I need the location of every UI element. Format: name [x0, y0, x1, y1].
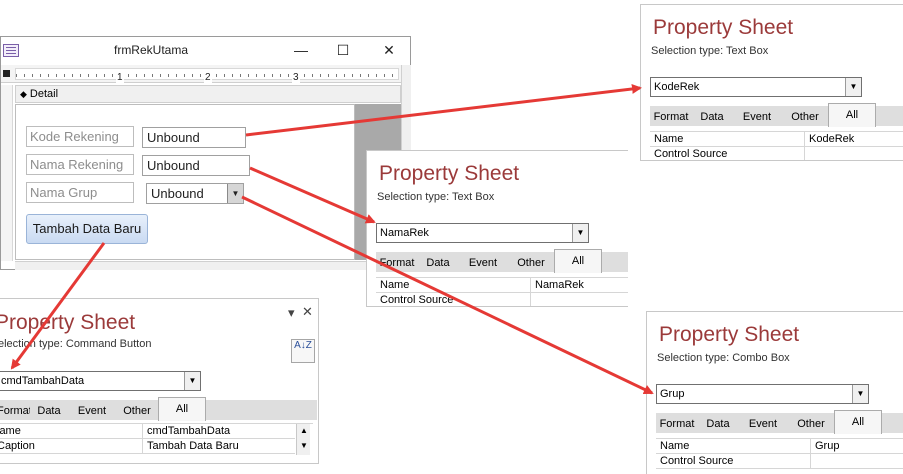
annotation-arrows	[10, 83, 654, 395]
arrow-cmd-to-sheet	[10, 242, 106, 370]
arrow-kode-to-sheet	[245, 83, 642, 137]
arrow-grup-to-sheet	[241, 195, 654, 395]
arrow-nama-to-sheet	[249, 166, 376, 224]
